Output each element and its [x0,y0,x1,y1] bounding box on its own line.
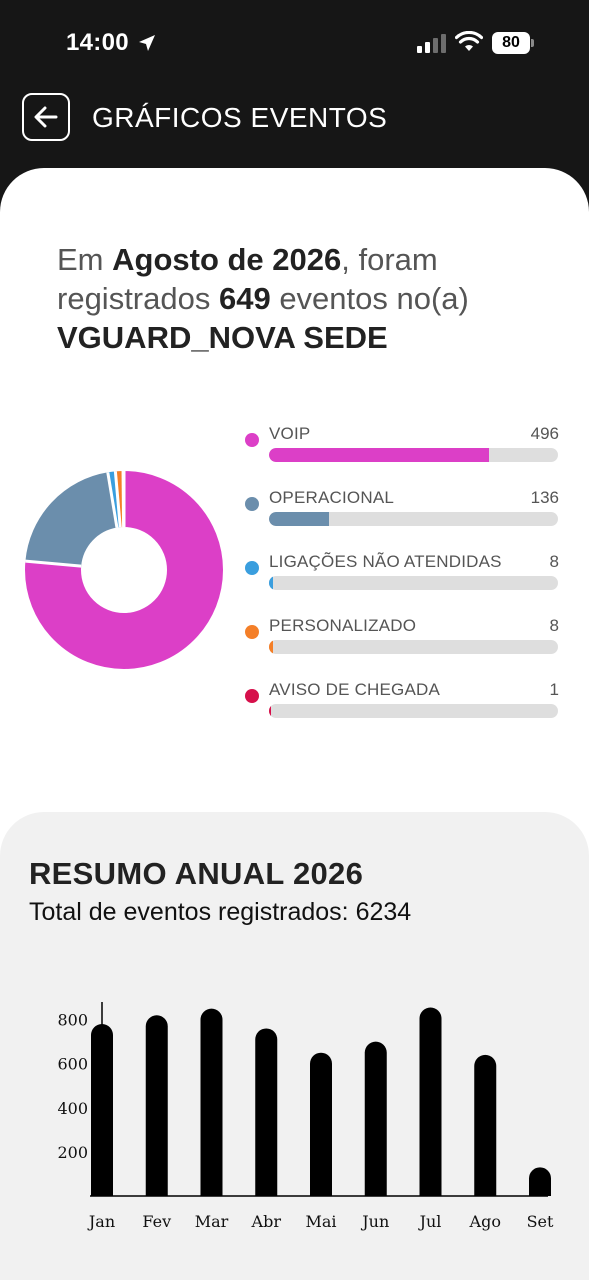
annual-bar-chart: 200 400 600 800 Jan Fev Mar Abr Mai Jun Jul Ago Set [57,1002,554,1231]
header: GRÁFICOS EVENTOS [0,80,589,170]
summary-site: VGUARD_NOVA SEDE [57,320,388,355]
legend-dot-personalizado [245,625,259,639]
bar-fev [145,1015,168,1196]
annual-title: RESUMO ANUAL 2026 [29,856,364,891]
legend-dot-voip [245,433,259,447]
legend-progress-fill [269,640,273,654]
page-title: GRÁFICOS EVENTOS [92,102,388,133]
legend-value: 8 [549,616,559,635]
x-tick-label: Jan [87,1212,115,1231]
bar-jul [419,1007,442,1196]
legend-value: 8 [549,552,559,571]
summary-month: Agosto de 2026 [112,242,342,277]
legend-dot-ligacoes-nao-atendidas [245,561,259,575]
bar-set [529,1167,551,1196]
legend-item: PERSONALIZADO 8 [245,614,565,678]
legend-progress-track [269,704,558,718]
y-tick-label: 400 [57,1099,88,1118]
legend-progress-track [269,448,558,462]
legend-label: AVISO DE CHEGADA [269,680,441,699]
legend-progress-fill [269,512,330,526]
x-tick-label: Ago [469,1212,501,1231]
legend-progress-fill [269,448,489,462]
legend-item: LIGAÇÕES NÃO ATENDIDAS 8 [245,550,565,614]
legend-value: 136 [530,488,559,507]
legend-value: 496 [530,424,559,443]
legend-item: OPERACIONAL 136 [245,486,565,550]
status-bar: 14:00 80 [0,0,589,80]
legend-label: LIGAÇÕES NÃO ATENDIDAS [269,552,502,571]
donut-separator [121,470,126,528]
y-tick-label: 200 [57,1143,88,1162]
battery-level: 80 [492,32,530,54]
events-donut-chart [25,470,223,669]
legend-dot-aviso-de-chegada [245,689,259,703]
legend-label: PERSONALIZADO [269,616,417,635]
annual-summary-panel: RESUMO ANUAL 2026 Total de eventos regis… [0,812,589,1280]
summary-suffix: eventos no(a) [270,281,469,316]
bar-jan [91,1024,113,1196]
x-tick-label: Mai [305,1212,336,1231]
location-icon [139,35,155,51]
bar-abr [255,1028,278,1196]
status-time: 14:00 [66,29,129,56]
summary-text: Em Agosto de 2026, foram registrados 649… [57,240,557,357]
arrow-left-icon [34,106,58,128]
legend-item: AVISO DE CHEGADA 1 [245,678,565,742]
legend-label: OPERACIONAL [269,488,395,507]
summary-count: 649 [218,281,271,316]
bar-mai [310,1052,332,1196]
bar-ago [474,1054,497,1196]
legend-progress-track [269,640,558,654]
legend-item: VOIP 496 [245,422,565,486]
x-tick-label: Jul [418,1212,442,1231]
legend-progress-track [269,512,558,526]
summary-prefix: Em [57,242,113,277]
legend-progress-track [269,576,558,590]
x-tick-label: Fev [142,1212,171,1231]
battery-icon: 80 [492,32,534,54]
legend-value: 1 [549,680,559,699]
x-tick-label: Abr [251,1212,282,1231]
monthly-card: Em Agosto de 2026, foram registrados 649… [0,168,589,868]
x-tick-label: Set [527,1212,554,1231]
battery-tip [531,39,534,47]
annual-total: Total de eventos registrados: 6234 [29,898,412,926]
legend-dot-operacional [245,497,259,511]
x-tick-label: Jun [360,1212,389,1231]
signal-icon [417,34,446,53]
y-tick-label: 600 [57,1055,88,1074]
back-button[interactable] [22,93,70,141]
y-tick-label: 800 [57,1011,88,1030]
legend-progress-fill [269,704,272,718]
bar-jun [364,1041,387,1196]
wifi-icon [455,31,483,51]
events-legend: VOIP 496 OPERACIONAL 136 LIGAÇÕES NÃO ATENDI… [245,422,565,742]
legend-label: VOIP [269,424,311,443]
x-tick-label: Mar [195,1212,229,1231]
legend-progress-fill [269,576,273,590]
bar-mar [200,1008,223,1196]
